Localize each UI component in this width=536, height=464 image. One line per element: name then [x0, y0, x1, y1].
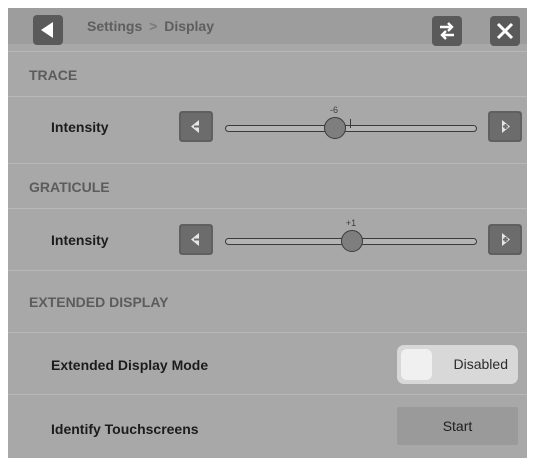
identify-touchscreens-start-button[interactable]: Start [397, 407, 518, 445]
toggle-thumb [401, 349, 432, 380]
swap-arrows-icon [440, 22, 454, 40]
trace-increase-button[interactable] [488, 111, 522, 142]
identify-touchscreens-row: Identify Touchscreens Start [8, 394, 527, 458]
extended-display-section: EXTENDED DISPLAY [8, 270, 527, 333]
header-bar: Settings > Display [8, 8, 527, 46]
back-arrow-icon [41, 22, 53, 38]
trace-decrease-button[interactable] [179, 111, 213, 142]
breadcrumb-separator: > [149, 18, 158, 34]
graticule-intensity-row: Intensity +1 [8, 208, 527, 271]
breadcrumb: Settings > Display [87, 18, 214, 38]
trace-default-tick [350, 119, 351, 128]
breadcrumb-parent[interactable]: Settings [87, 18, 142, 34]
trace-intensity-slider-knob[interactable] [324, 117, 346, 139]
graticule-intensity-value: +1 [345, 218, 357, 228]
extended-display-mode-value: Disabled [453, 356, 508, 372]
graticule-section: GRATICULE [8, 163, 527, 209]
decrease-arrow-icon [179, 224, 213, 255]
graticule-section-title: GRATICULE [29, 179, 110, 195]
graticule-decrease-button[interactable] [179, 224, 213, 255]
back-button[interactable] [33, 15, 63, 45]
trace-intensity-value: -6 [329, 105, 338, 115]
trace-section-title: TRACE [29, 67, 78, 83]
swap-button[interactable] [432, 16, 462, 46]
graticule-intensity-slider-knob[interactable] [341, 230, 363, 252]
extended-display-mode-label: Extended Display Mode [51, 357, 209, 373]
close-x-icon [496, 22, 514, 40]
trace-intensity-track[interactable] [225, 125, 477, 132]
extended-display-mode-toggle[interactable]: Disabled [397, 345, 518, 384]
breadcrumb-current: Display [164, 18, 215, 34]
graticule-intensity-label: Intensity [51, 232, 109, 248]
increase-arrow-icon [488, 224, 522, 255]
close-button[interactable] [490, 16, 520, 46]
trace-intensity-row: Intensity -6 [8, 96, 527, 155]
increase-arrow-icon [488, 111, 522, 142]
trace-intensity-label: Intensity [51, 119, 109, 135]
display-settings-panel: Settings > Display TRACE Intensity -6 GR… [8, 8, 527, 458]
extended-display-mode-row: Extended Display Mode Disabled [8, 332, 527, 395]
graticule-increase-button[interactable] [488, 224, 522, 255]
decrease-arrow-icon [179, 111, 213, 142]
trace-section: TRACE [8, 51, 527, 97]
identify-touchscreens-label: Identify Touchscreens [51, 421, 199, 437]
extended-display-section-title: EXTENDED DISPLAY [29, 294, 169, 310]
